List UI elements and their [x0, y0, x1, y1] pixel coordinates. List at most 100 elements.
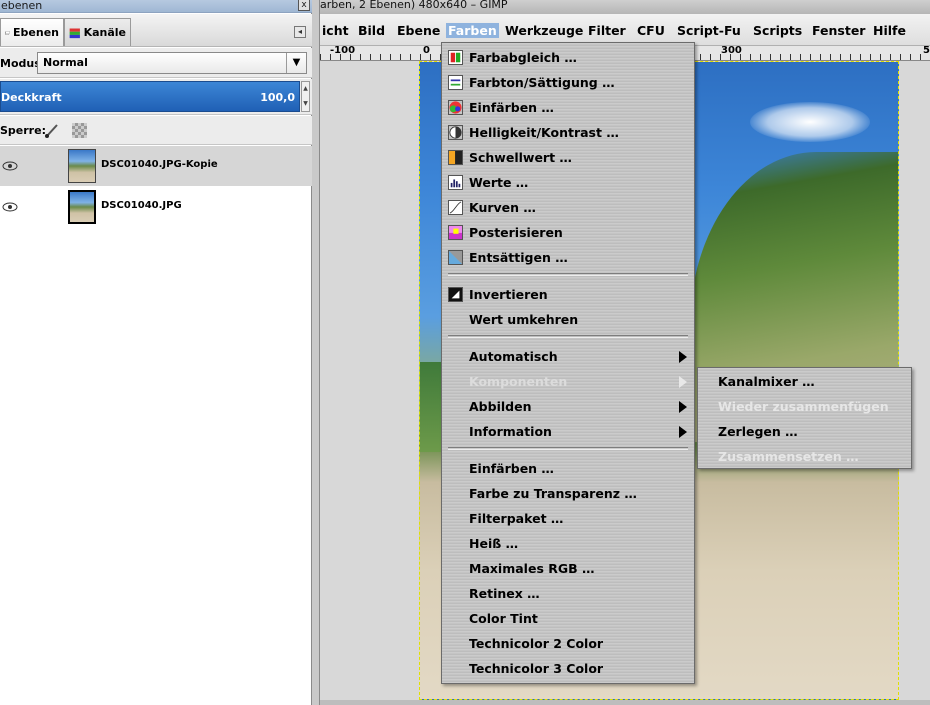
- menu-scripts[interactable]: Scripts: [753, 23, 802, 38]
- tab-menu-arrow-icon[interactable]: ◂: [294, 26, 306, 38]
- menu-item-color-tint[interactable]: Color Tint: [442, 606, 694, 631]
- opacity-row: Deckkraft 100,0 ▲ ▼: [0, 79, 312, 115]
- menu-item-technicolor-3[interactable]: Technicolor 3 Color: [442, 656, 694, 681]
- menu-item-komponenten[interactable]: Komponenten: [442, 369, 694, 394]
- checkerboard-icon[interactable]: [72, 123, 87, 138]
- menu-item-label: Invertieren: [469, 287, 548, 302]
- submenu-item-zusammensetzen[interactable]: Zusammensetzen …: [698, 444, 911, 469]
- menu-item-kurven[interactable]: Kurven …: [442, 195, 694, 220]
- menu-item-invertieren[interactable]: Invertieren: [442, 282, 694, 307]
- menu-item-label: Heiß …: [469, 536, 519, 551]
- submenu-item-zerlegen[interactable]: Zerlegen …: [698, 419, 911, 444]
- mode-dropdown[interactable]: Normal ▼: [37, 52, 307, 74]
- menu-item-posterisieren[interactable]: Posterisieren: [442, 220, 694, 245]
- submenu-arrow-icon: [679, 426, 687, 438]
- menu-item-farbe-zu-transparenz[interactable]: Farbe zu Transparenz …: [442, 481, 694, 506]
- brightness-contrast-icon: [448, 125, 463, 140]
- photo-cloud: [750, 102, 870, 142]
- menu-item-heiss[interactable]: Heiß …: [442, 531, 694, 556]
- layer-row[interactable]: DSC01040.JPG: [0, 187, 312, 227]
- tab-ebenen[interactable]: Ebenen: [0, 18, 64, 46]
- eye-icon[interactable]: [2, 159, 18, 173]
- menu-werkzeuge[interactable]: Werkzeuge: [505, 23, 583, 38]
- menu-item-einfaerben[interactable]: Einfärben …: [442, 95, 694, 120]
- eye-icon[interactable]: [2, 200, 18, 214]
- opacity-spinner[interactable]: ▲ ▼: [301, 81, 310, 112]
- dock-tabbar: Ebenen Kanäle ◂: [0, 14, 312, 47]
- menu-item-einfaerben-2[interactable]: Einfärben …: [442, 456, 694, 481]
- menu-item-label: Color Tint: [469, 611, 538, 626]
- menu-ebene[interactable]: Ebene: [397, 23, 440, 38]
- menu-item-retinex[interactable]: Retinex …: [442, 581, 694, 606]
- layer-row[interactable]: DSC01040.JPG-Kopie: [0, 146, 312, 186]
- menu-item-abbilden[interactable]: Abbilden: [442, 394, 694, 419]
- menu-item-werte[interactable]: Werte …: [442, 170, 694, 195]
- submenu-arrow-icon: [679, 376, 687, 388]
- layer-name: DSC01040.JPG-Kopie: [101, 159, 218, 170]
- menu-cfu[interactable]: CFU: [637, 23, 665, 38]
- invert-icon: [448, 287, 463, 302]
- lock-label: Sperre:: [0, 124, 46, 137]
- menu-farben[interactable]: Farben: [446, 23, 499, 38]
- menu-ansicht[interactable]: icht: [322, 23, 349, 38]
- layer-thumbnail: [68, 149, 96, 183]
- channels-icon: [69, 28, 80, 38]
- menu-item-label: Einfärben …: [469, 461, 554, 476]
- menu-item-label: Posterisieren: [469, 225, 563, 240]
- menu-fenster[interactable]: Fenster: [812, 23, 865, 38]
- menu-separator: [448, 447, 688, 450]
- menu-item-schwellwert[interactable]: Schwellwert …: [442, 145, 694, 170]
- menu-item-label: Technicolor 2 Color: [469, 636, 604, 651]
- menu-item-filterpaket[interactable]: Filterpaket …: [442, 506, 694, 531]
- layer-thumbnail: [68, 190, 96, 224]
- threshold-icon: [448, 150, 463, 165]
- farben-menu: Farbabgleich … Farbton⁣/⁣Sättigung … Ein…: [441, 42, 695, 684]
- menu-item-technicolor-2[interactable]: Technicolor 2 Color: [442, 631, 694, 656]
- menu-hilfe[interactable]: Hilfe: [873, 23, 906, 38]
- menu-item-automatisch[interactable]: Automatisch: [442, 344, 694, 369]
- close-icon[interactable]: x: [298, 0, 310, 11]
- submenu-item-kanalmixer[interactable]: Kanalmixer …: [698, 369, 911, 394]
- menu-bild[interactable]: Bild: [358, 23, 385, 38]
- menu-item-label: Schwellwert …: [469, 150, 572, 165]
- menu-filter[interactable]: Filter: [588, 23, 626, 38]
- menu-item-label: Information: [469, 424, 552, 439]
- opacity-value: 100,0: [260, 91, 295, 104]
- tab-label: Kanäle: [83, 26, 126, 39]
- paintbrush-icon[interactable]: [44, 122, 60, 138]
- menu-item-label: Farbton⁣/⁣Sättigung …: [469, 75, 615, 90]
- menu-item-label: Abbilden: [469, 399, 532, 414]
- menu-item-farbabgleich[interactable]: Farbabgleich …: [442, 45, 694, 70]
- spin-down-icon[interactable]: ▼: [302, 97, 309, 112]
- menu-script-fu[interactable]: Script-Fu: [677, 23, 741, 38]
- menu-item-entsaettigen[interactable]: Entsättigen …: [442, 245, 694, 270]
- layer-name: DSC01040.JPG: [101, 200, 182, 211]
- dock-splitter[interactable]: [312, 0, 320, 705]
- ruler-label: 5: [923, 46, 930, 56]
- menu-item-label: Entsättigen …: [469, 250, 568, 265]
- tab-kanaele[interactable]: Kanäle: [64, 18, 131, 46]
- menu-item-label: Kurven …: [469, 200, 536, 215]
- dock-title: ebenen x: [0, 0, 312, 13]
- menu-item-wert-umkehren[interactable]: Wert umkehren: [442, 307, 694, 332]
- ruler-label: 300: [721, 46, 742, 56]
- hue-saturation-icon: [448, 75, 463, 90]
- menu-item-label: Automatisch: [469, 349, 558, 364]
- menu-item-information[interactable]: Information: [442, 419, 694, 444]
- menu-item-farbton-saettigung[interactable]: Farbton⁣/⁣Sättigung …: [442, 70, 694, 95]
- menu-item-label: Wert umkehren: [469, 312, 579, 327]
- menu-item-label: Werte …: [469, 175, 529, 190]
- menu-item-label: Technicolor 3 Color: [469, 661, 604, 676]
- menu-item-label: Einfärben …: [469, 100, 554, 115]
- submenu-item-wieder-zusammenfuegen[interactable]: Wieder zusammenfügen: [698, 394, 911, 419]
- chevron-down-icon: ▼: [286, 53, 306, 73]
- menu-item-maximales-rgb[interactable]: Maximales RGB …: [442, 556, 694, 581]
- opacity-slider[interactable]: Deckkraft 100,0: [0, 81, 300, 112]
- ruler-label: 0: [423, 46, 430, 56]
- status-bar: [320, 700, 930, 705]
- menu-item-helligkeit-kontrast[interactable]: Helligkeit⁣/⁣Kontrast …: [442, 120, 694, 145]
- menu-item-label: Helligkeit⁣/⁣Kontrast …: [469, 125, 619, 140]
- spin-up-icon[interactable]: ▲: [302, 82, 309, 97]
- menu-separator: [448, 335, 688, 338]
- menu-separator: [448, 273, 688, 276]
